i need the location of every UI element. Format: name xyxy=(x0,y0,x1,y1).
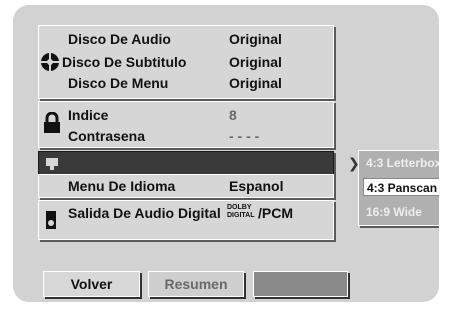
password-label: Contrasena xyxy=(68,128,146,144)
disc-subtitle-label: Disco De Subtitulo xyxy=(62,54,187,70)
pcm-value[interactable]: /PCM xyxy=(258,205,293,221)
osd-screen: Disco De Audio Original Disco De Subtitu… xyxy=(13,5,439,302)
aspect-submenu: 4:3 Letterbox 4:3 Panscan 16:9 Wide xyxy=(358,150,439,226)
digital-audio-panel[interactable]: Salida De Audio Digital DOLBY DIGITAL /P… xyxy=(38,200,334,240)
dolby-logo[interactable]: DOLBY DIGITAL xyxy=(227,204,254,220)
menu-language-value[interactable]: Espanol xyxy=(229,178,283,194)
tv-icon xyxy=(46,158,58,170)
disc-menu-label: Disco De Menu xyxy=(68,75,169,91)
menu-language-row[interactable]: Menu De Idioma Espanol xyxy=(38,174,334,198)
menu-language-label: Menu De Idioma xyxy=(68,178,176,194)
disc-menu-value[interactable]: Original xyxy=(229,75,282,91)
dolby-text: DOLBY xyxy=(227,204,252,211)
option-letterbox[interactable]: 4:3 Letterbox xyxy=(363,154,439,172)
index-label: Indice xyxy=(68,107,109,123)
parental-lock-panel[interactable]: Indice 8 Contrasena - - - - xyxy=(38,101,334,148)
disc-audio-label: Disco De Audio xyxy=(68,31,171,47)
disc-subtitle-value[interactable]: Original xyxy=(229,54,282,70)
summary-button[interactable]: Resumen xyxy=(148,271,244,297)
digital-audio-label: Salida De Audio Digital xyxy=(68,205,221,221)
lock-icon xyxy=(44,112,60,133)
option-panscan[interactable]: 4:3 Panscan xyxy=(363,178,439,196)
speaker-icon xyxy=(46,211,56,229)
index-value[interactable]: 8 xyxy=(229,107,237,123)
dolby-digital-text: DIGITAL xyxy=(227,212,255,219)
back-button[interactable]: Volver xyxy=(43,271,140,297)
disc-audio-value[interactable]: Original xyxy=(229,31,282,47)
password-value[interactable]: - - - - xyxy=(229,128,259,144)
disc-icon xyxy=(41,53,59,71)
disc-settings-panel[interactable]: Disco De Audio Original Disco De Subtitu… xyxy=(38,25,334,99)
blank-button[interactable] xyxy=(253,271,348,297)
option-wide[interactable]: 16:9 Wide xyxy=(363,203,439,221)
tv-aspect-row[interactable] xyxy=(38,151,334,176)
